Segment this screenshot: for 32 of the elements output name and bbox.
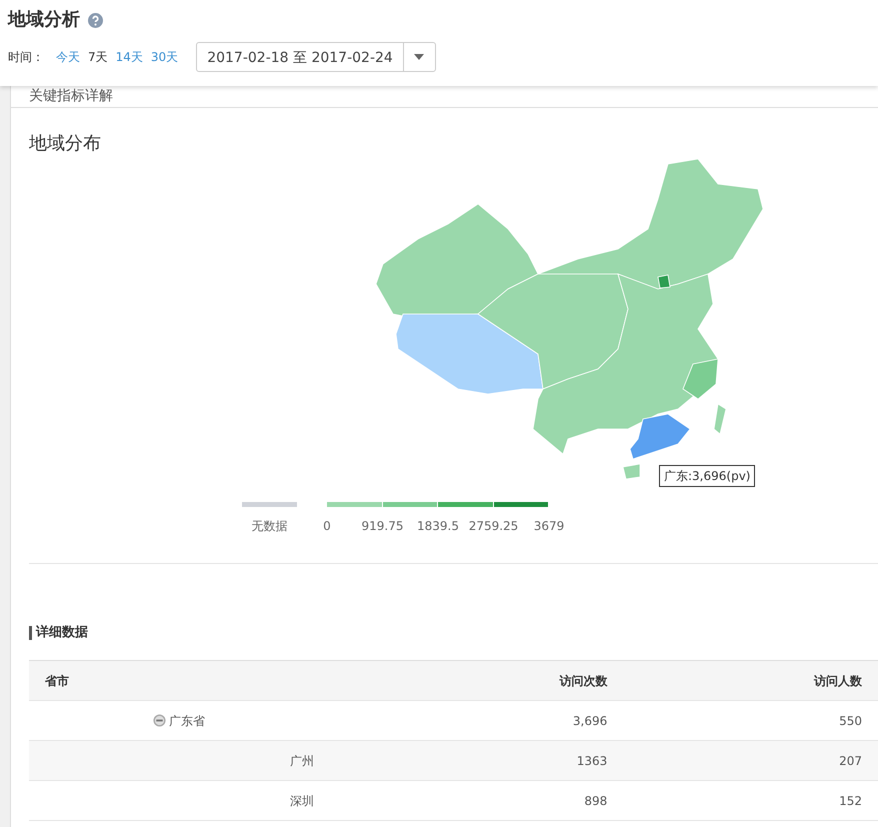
section-tab-title: 关键指标详解 xyxy=(29,88,113,104)
column-header: 访问次数 xyxy=(559,674,608,688)
legend-tick-label: 2759.25 xyxy=(468,518,518,535)
map-tooltip: 广东:3,696(pv) xyxy=(659,465,756,487)
legend-tick-label: 1839.5 xyxy=(417,518,459,535)
legend-tick-label: 0 xyxy=(323,518,331,535)
range-link[interactable]: 今天 xyxy=(52,48,84,66)
legend-label: 无数据 xyxy=(252,519,288,533)
table-cell: 1363 xyxy=(576,754,608,768)
time-label: 时间： xyxy=(8,49,44,66)
date-range-dropdown[interactable]: 2017-02-18 至 2017-02-24 xyxy=(196,42,436,72)
range-link[interactable]: 14天 xyxy=(112,48,147,66)
detail-title: 详细数据 xyxy=(36,625,88,640)
caret-icon xyxy=(414,54,424,60)
table-cell: 3,696 xyxy=(572,714,608,728)
range-link[interactable]: 30天 xyxy=(146,48,182,66)
legend-tick-label: 3679 xyxy=(534,518,564,535)
range-link[interactable]: 7天 xyxy=(84,48,112,66)
table-cell: 广东省 xyxy=(169,714,205,728)
page-title: 地域分析 xyxy=(8,8,80,32)
table-cell: 898 xyxy=(584,794,608,808)
column-header: 访问人数 xyxy=(814,674,862,688)
table-cell: 广州 xyxy=(290,754,314,768)
help-icon[interactable] xyxy=(88,12,103,28)
table-cell: 152 xyxy=(839,794,862,808)
table-cell: 207 xyxy=(839,754,862,768)
collapse-icon[interactable] xyxy=(153,714,166,726)
table-cell: 深圳 xyxy=(290,794,314,808)
section-title: 地域分布 xyxy=(29,133,101,154)
table-cell: 550 xyxy=(839,714,862,728)
legend-tick-label: 919.75 xyxy=(362,518,404,535)
column-header: 省市 xyxy=(45,674,69,688)
